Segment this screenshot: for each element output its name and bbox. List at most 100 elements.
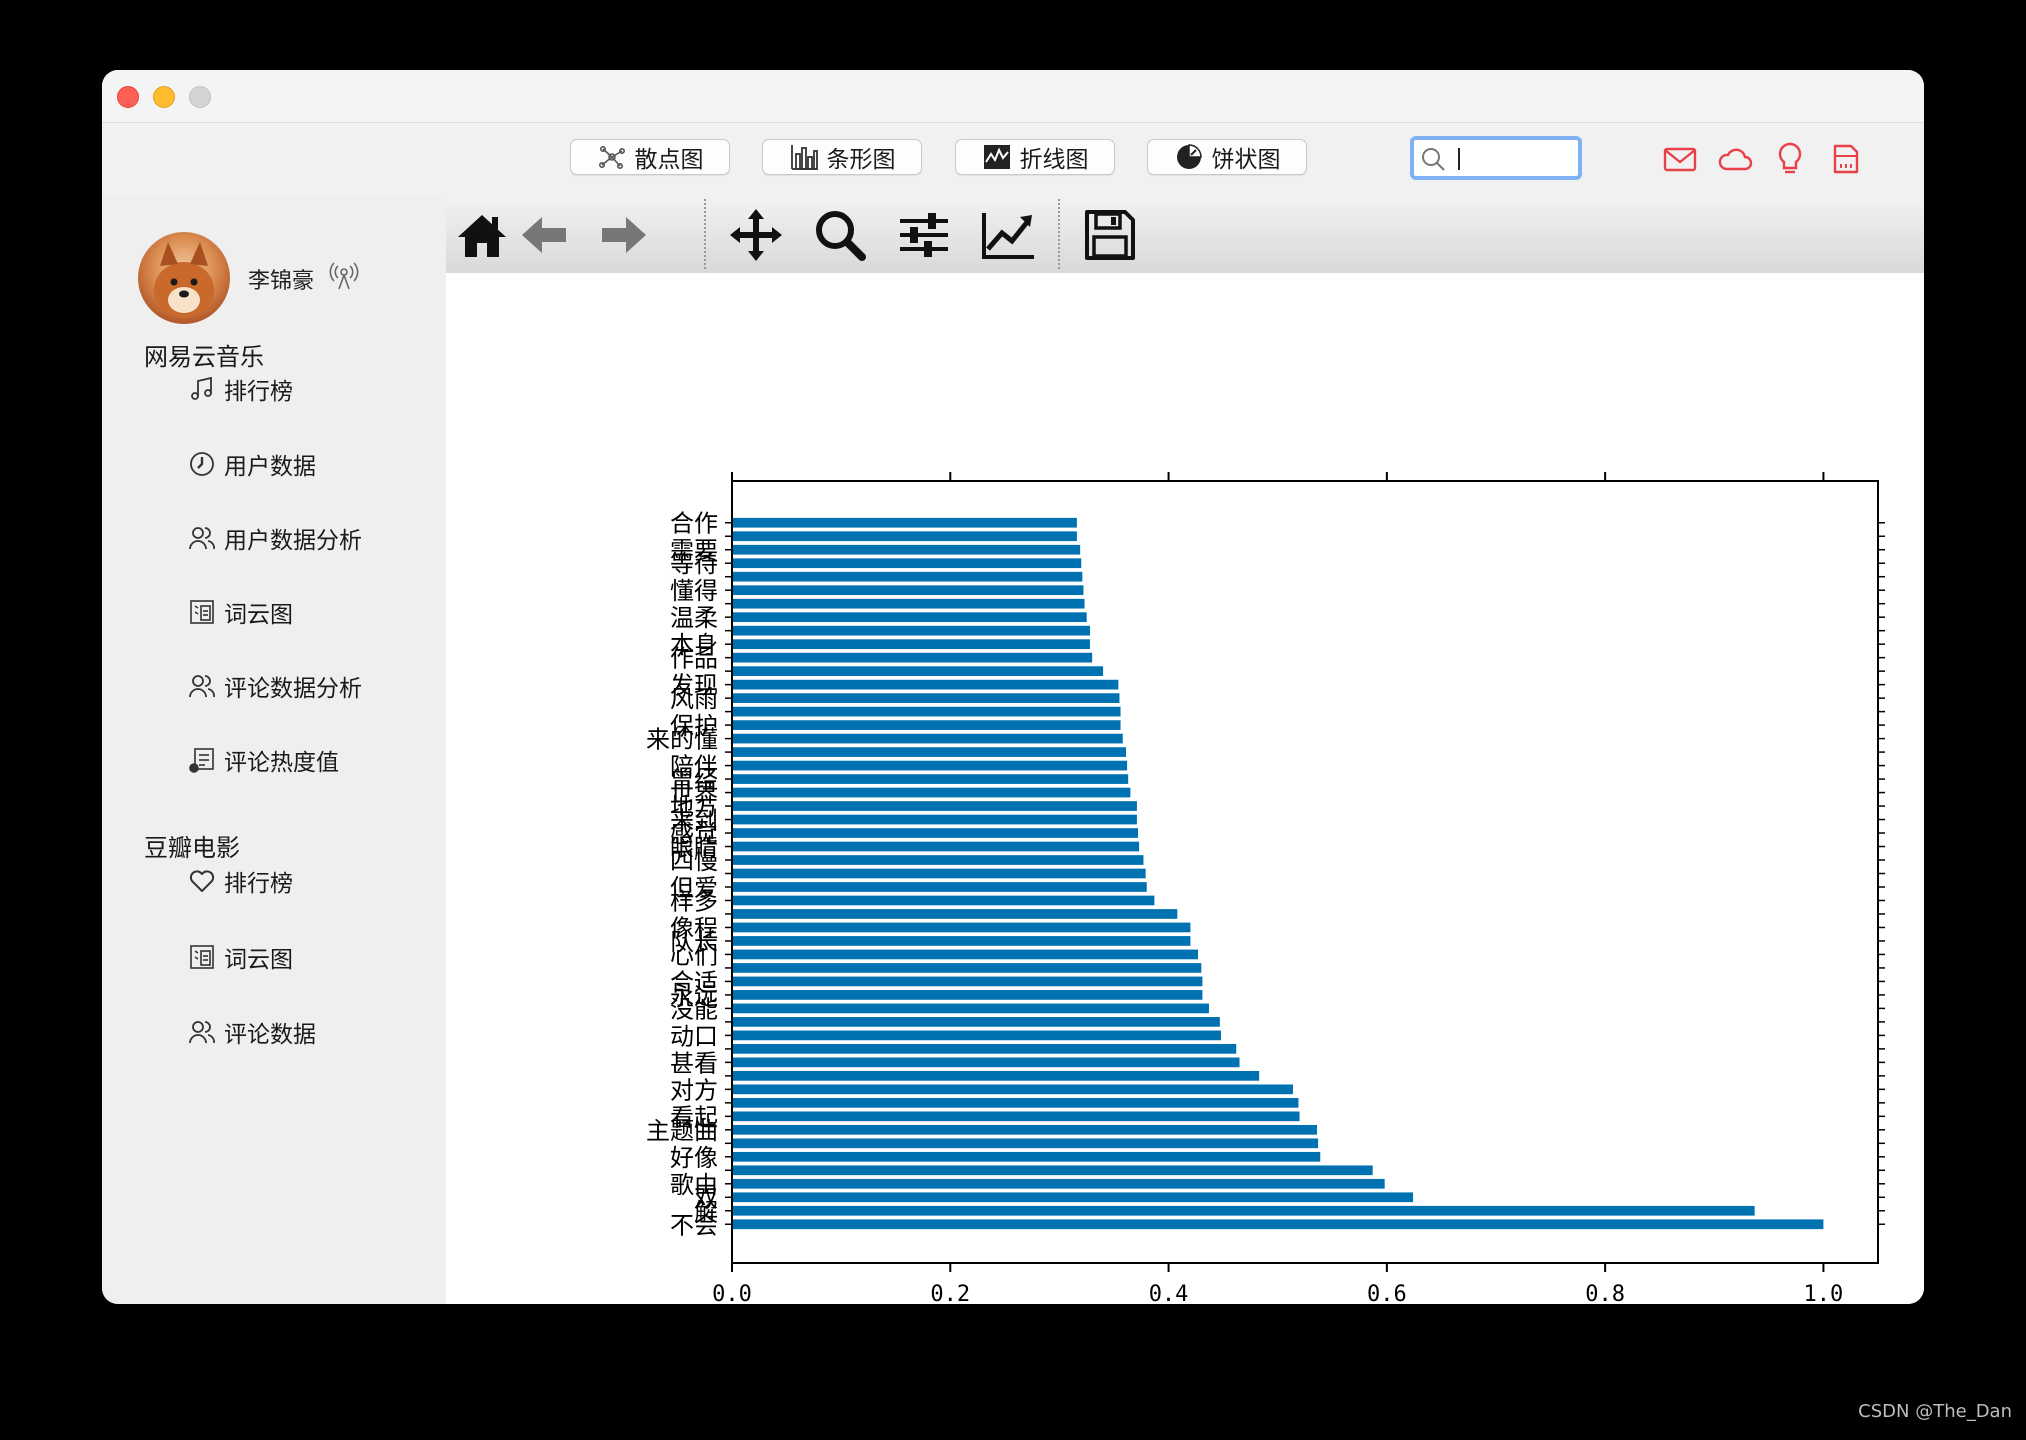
bar [732, 976, 1203, 987]
edit-axes-icon[interactable] [980, 207, 1036, 263]
toolbar-separator [704, 199, 706, 269]
sidebar-item-label: 评论热度值 [224, 750, 339, 776]
y-tick-label: 伴 [694, 753, 718, 781]
word-cloud-icon [190, 600, 214, 624]
bar [732, 1030, 1221, 1041]
sidebar-item-label: 评论数据 [224, 1022, 316, 1048]
minimize-window-button[interactable] [153, 86, 175, 108]
pie-chart-label: 饼状图 [1211, 147, 1281, 173]
comment-heat-icon [189, 748, 214, 773]
broadcast-icon[interactable] [328, 261, 360, 291]
cloud-icon[interactable] [1717, 141, 1753, 177]
y-tick-label: 看 [670, 1103, 694, 1131]
bar [732, 625, 1090, 636]
bar [732, 1165, 1373, 1176]
close-window-button[interactable] [117, 86, 139, 108]
y-tick-label: 甚 [670, 1049, 694, 1077]
lightbulb-icon[interactable] [1772, 141, 1808, 177]
sidebar-item-movie-comments[interactable]: 评论数据 [188, 1014, 316, 1050]
y-tick-label: 温 [670, 604, 694, 632]
bar [732, 936, 1191, 946]
mail-icon[interactable] [1662, 141, 1698, 177]
bar-chart-icon [790, 145, 818, 170]
section-douban-movie: 豆瓣电影 [144, 834, 240, 862]
app-window: 散点图 条形图 折线图 饼状图 李锦豪 网易云音乐 排行榜 用户数据 用户数据分… [102, 70, 1924, 1304]
bar-chart-button[interactable]: 条形图 [762, 139, 922, 175]
bar [732, 922, 1191, 933]
bar-chart: 0.0 0.2 0.4 0.6 0.8 1.0不 会解双歌 由好 像主题曲看 起对 方甚 看动 口没 能永… [646, 472, 1885, 1304]
back-icon[interactable] [516, 207, 572, 263]
bar [732, 895, 1155, 906]
pan-icon[interactable] [728, 207, 784, 263]
users-icon [189, 527, 215, 550]
line-chart-button[interactable]: 折线图 [955, 139, 1115, 175]
y-tick-label: 像 [694, 1144, 718, 1172]
y-tick-label: 适 [694, 968, 718, 996]
y-tick-label: 程 [694, 914, 718, 942]
sidebar-item-label: 排行榜 [224, 871, 293, 897]
x-tick-label: 0.0 [712, 1282, 752, 1304]
plot-canvas[interactable]: 0.0 0.2 0.4 0.6 0.8 1.0 不会解双歌由好像主题曲看起对方甚看动口没能永… [446, 273, 1924, 1304]
sidebar-item-music-ranking[interactable]: 排行榜 [188, 371, 293, 407]
y-tick-label: 看 [694, 1049, 718, 1077]
sidebar-item-comment-analysis[interactable]: 评论数据分析 [188, 668, 362, 704]
word-cloud-icon [190, 945, 214, 969]
sidebar-item-label: 词云图 [224, 947, 293, 973]
heart-icon [189, 870, 215, 892]
bar [732, 544, 1081, 555]
sidebar-item-user-data[interactable]: 用户数据 [188, 446, 316, 482]
bar [732, 963, 1202, 973]
bar [732, 571, 1083, 582]
bar [732, 1124, 1318, 1135]
home-icon[interactable] [454, 207, 510, 263]
sidebar-item-label: 词云图 [224, 602, 293, 628]
sidebar-item-movie-wordcloud[interactable]: 词云图 [188, 939, 293, 975]
bar [732, 666, 1104, 676]
bar [732, 1044, 1237, 1054]
y-tick-label: 身 [694, 631, 718, 659]
bar [732, 1192, 1414, 1203]
y-tick-label: 口 [694, 1022, 718, 1050]
bar [732, 1003, 1209, 1014]
zoom-window-button[interactable] [189, 86, 211, 108]
dog-avatar-image [154, 242, 214, 318]
y-tick-label: 现 [694, 672, 718, 700]
y-tick-label: 合 [670, 510, 694, 538]
section-netease-music: 网易云音乐 [144, 343, 264, 371]
zoom-icon[interactable] [812, 207, 868, 263]
bar [732, 733, 1123, 744]
sidebar-item-label: 用户数据分析 [224, 528, 362, 554]
y-tick-label: 保 [670, 712, 694, 740]
forward-icon[interactable] [596, 207, 652, 263]
y-tick-label: 对 [670, 1076, 694, 1104]
bar [732, 558, 1082, 569]
line-chart-label: 折线图 [1019, 147, 1089, 173]
bar [732, 787, 1131, 798]
bar [732, 1178, 1385, 1189]
pie-chart-icon [1176, 144, 1202, 169]
search-input[interactable] [1410, 136, 1582, 180]
sidebar-item-comment-heat[interactable]: 评论热度值 [188, 742, 339, 778]
sd-card-icon[interactable] [1827, 141, 1863, 177]
scatter-chart-label: 散点图 [634, 147, 704, 173]
sidebar-item-movie-ranking[interactable]: 排行榜 [188, 863, 293, 899]
bar [732, 774, 1129, 784]
matplotlib-navigation-toolbar [446, 195, 1924, 274]
users-icon [189, 1021, 215, 1044]
bar [732, 585, 1084, 596]
scatter-chart-button[interactable]: 散点图 [570, 139, 730, 175]
bar [732, 706, 1121, 717]
x-tick-label: 0.2 [930, 1282, 970, 1304]
avatar[interactable] [138, 232, 230, 324]
y-tick-label: 得 [694, 577, 718, 605]
sidebar-item-user-analysis[interactable]: 用户数据分析 [188, 520, 362, 556]
users-icon [189, 675, 215, 698]
bar [732, 1057, 1240, 1068]
x-tick-label: 0.6 [1367, 1282, 1407, 1304]
pie-chart-button[interactable]: 饼状图 [1147, 139, 1307, 175]
sidebar-item-wordcloud[interactable]: 词云图 [188, 594, 293, 630]
scatter-icon [598, 146, 625, 169]
sidebar-item-label: 用户数据 [224, 454, 316, 480]
configure-subplots-icon[interactable] [896, 207, 952, 263]
save-icon[interactable] [1082, 207, 1138, 263]
